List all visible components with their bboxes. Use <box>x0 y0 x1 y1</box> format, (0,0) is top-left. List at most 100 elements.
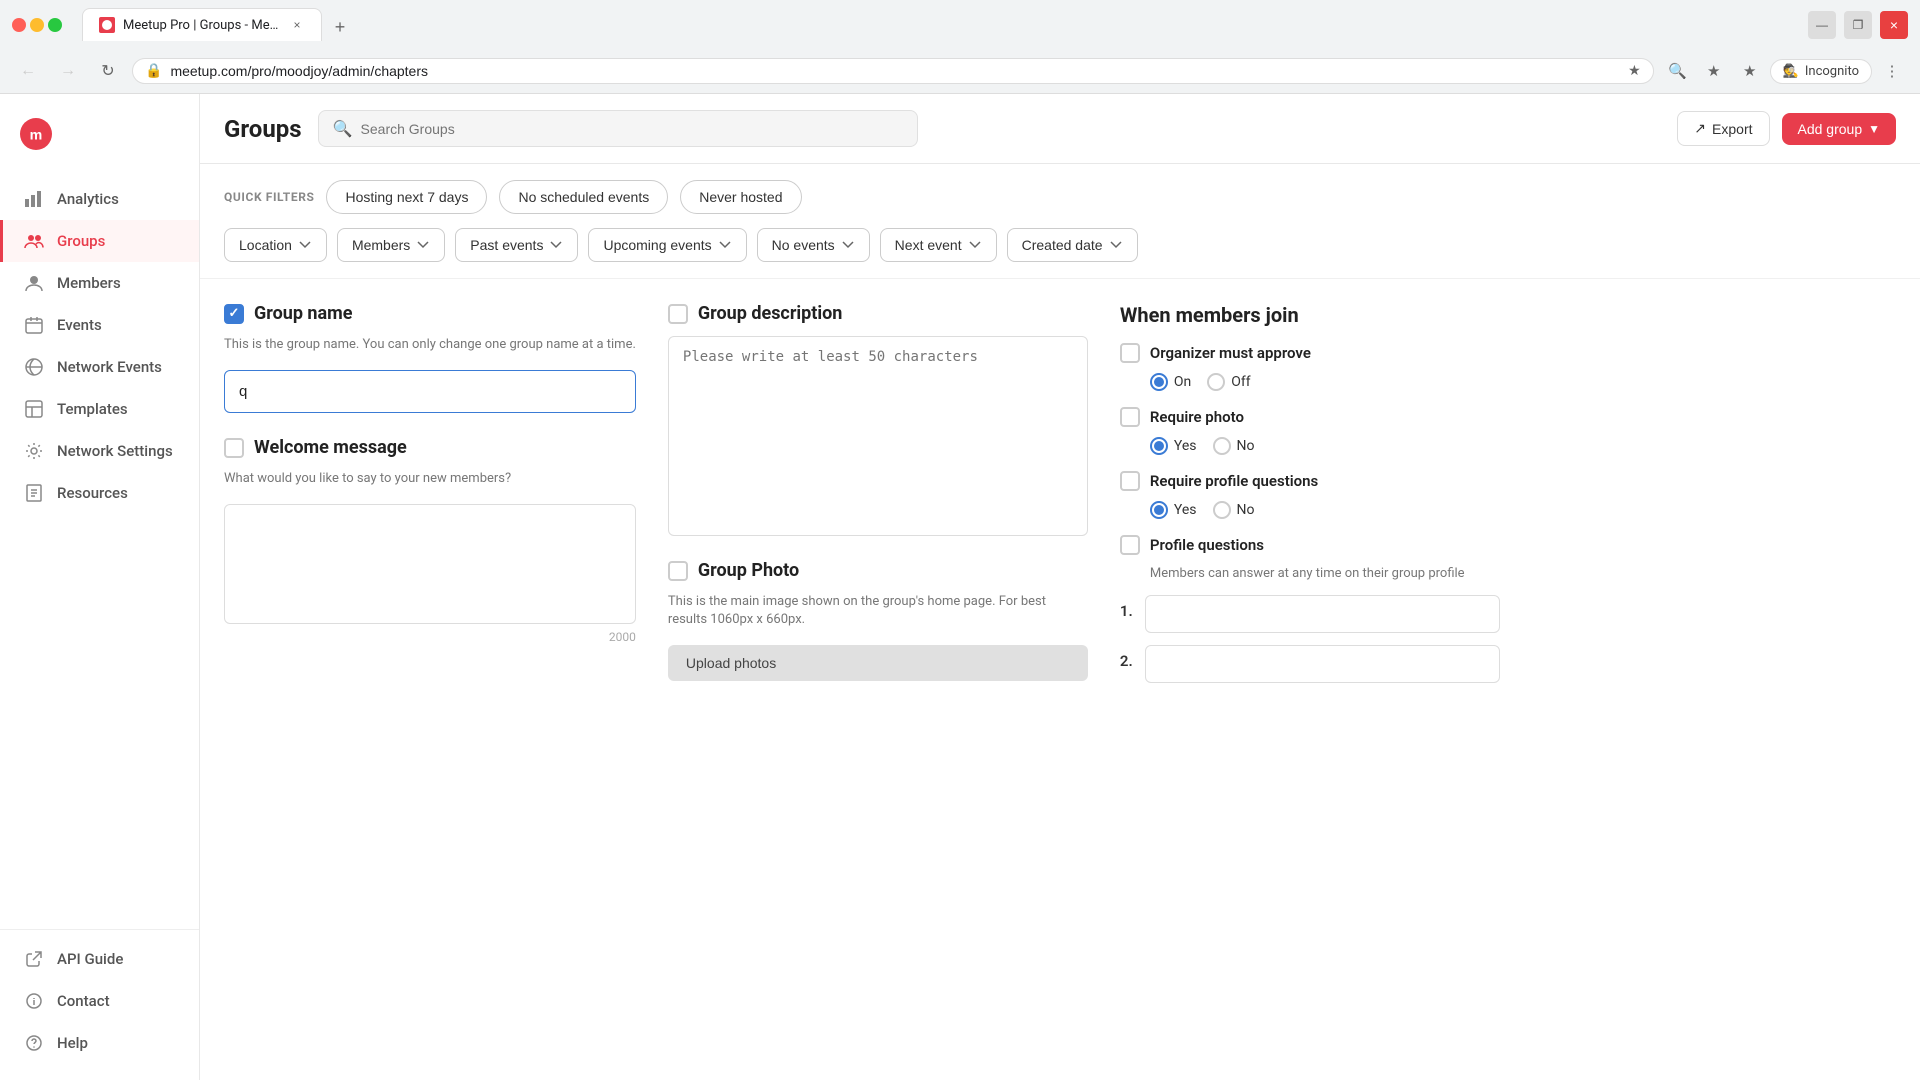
filter-past-events[interactable]: Past events <box>455 228 578 262</box>
sidebar-item-resources[interactable]: Resources <box>0 472 199 514</box>
require-profile-questions-radio-row: Yes No <box>1150 501 1500 519</box>
filter-no-events[interactable]: No events <box>757 228 870 262</box>
chevron-down-icon: ▼ <box>1868 122 1880 136</box>
filter-chip-never-hosted[interactable]: Never hosted <box>680 180 801 214</box>
require-photo-no-option[interactable]: No <box>1213 437 1255 455</box>
group-photo-header: Group Photo <box>668 560 1088 581</box>
filter-next-event[interactable]: Next event <box>880 228 997 262</box>
sidebar-item-contact[interactable]: Contact <box>0 980 199 1022</box>
upload-photos-button[interactable]: Upload photos <box>668 645 1088 681</box>
events-icon <box>23 314 45 336</box>
off-option[interactable]: Off <box>1207 373 1250 391</box>
forward-button[interactable]: → <box>52 55 84 87</box>
url-input[interactable]: meetup.com/pro/moodjoy/admin/chapters <box>170 63 1620 79</box>
window-close-button[interactable]: × <box>12 18 26 32</box>
sidebar-item-templates[interactable]: Templates <box>0 388 199 430</box>
require-photo-checkbox[interactable] <box>1120 407 1140 427</box>
form-col-left: Group name This is the group name. You c… <box>224 303 636 1056</box>
meetup-logo: m <box>20 118 52 150</box>
browser-toolbar: ← → ↻ 🔒 meetup.com/pro/moodjoy/admin/cha… <box>0 49 1920 93</box>
off-radio[interactable] <box>1207 373 1225 391</box>
require-profile-questions-checkbox[interactable] <box>1120 471 1140 491</box>
group-name-section: Group name This is the group name. You c… <box>224 303 636 413</box>
search-input[interactable] <box>361 121 903 137</box>
incognito-badge[interactable]: 🕵 Incognito <box>1770 59 1872 84</box>
tab-title: Meetup Pro | Groups - Meetup <box>123 18 281 33</box>
filter-members[interactable]: Members <box>337 228 445 262</box>
help-icon <box>23 1032 45 1054</box>
question-1-number: 1. <box>1120 602 1133 620</box>
require-photo-no-radio[interactable] <box>1213 437 1231 455</box>
sidebar-item-label: Resources <box>57 484 128 502</box>
sidebar-item-groups[interactable]: Groups <box>0 220 199 262</box>
filter-chip-no-scheduled[interactable]: No scheduled events <box>499 180 668 214</box>
sidebar-item-network-settings[interactable]: Network Settings <box>0 430 199 472</box>
menu-icon-btn[interactable]: ⋮ <box>1876 55 1908 87</box>
window-controls: × <box>12 18 62 32</box>
add-group-button[interactable]: Add group ▼ <box>1782 113 1897 145</box>
organizer-approve-label: Organizer must approve <box>1150 344 1311 362</box>
sidebar-item-label: Network Events <box>57 358 162 376</box>
group-name-input[interactable] <box>224 370 636 413</box>
filter-upcoming-events[interactable]: Upcoming events <box>588 228 746 262</box>
require-profile-questions-label: Require profile questions <box>1150 472 1318 490</box>
welcome-message-label: Welcome message <box>254 437 407 458</box>
when-members-join-section: When members join Organizer must approve… <box>1120 303 1500 683</box>
sidebar-item-network-events[interactable]: Network Events <box>0 346 199 388</box>
welcome-message-checkbox[interactable] <box>224 438 244 458</box>
link-icon <box>23 948 45 970</box>
window-minimize-button[interactable] <box>30 18 44 32</box>
welcome-message-placeholder-text: What would you like to say to your new m… <box>224 470 636 488</box>
group-description-checkbox[interactable] <box>668 304 688 324</box>
require-pq-no-radio[interactable] <box>1213 501 1231 519</box>
require-photo-yes-option[interactable]: Yes <box>1150 437 1197 455</box>
sidebar-item-events[interactable]: Events <box>0 304 199 346</box>
main-header: Groups 🔍 ↗ Export Add group ▼ <box>200 94 1920 164</box>
address-bar[interactable]: 🔒 meetup.com/pro/moodjoy/admin/chapters … <box>132 58 1654 84</box>
export-button[interactable]: ↗ Export <box>1677 111 1769 146</box>
sidebar-item-api-guide[interactable]: API Guide <box>0 938 199 980</box>
group-name-checkbox[interactable] <box>224 304 244 324</box>
group-name-header: Group name <box>224 303 636 324</box>
group-name-description: This is the group name. You can only cha… <box>224 336 636 354</box>
sidebar-item-members[interactable]: Members <box>0 262 199 304</box>
group-photo-description: This is the main image shown on the grou… <box>668 593 1088 629</box>
search-bar[interactable]: 🔍 <box>318 110 918 147</box>
active-tab[interactable]: Meetup Pro | Groups - Meetup × <box>82 8 322 41</box>
search-icon-btn[interactable]: 🔍 <box>1662 55 1694 87</box>
require-pq-yes-option[interactable]: Yes <box>1150 501 1197 519</box>
export-icon: ↗ <box>1694 120 1706 137</box>
welcome-message-textarea[interactable] <box>224 504 636 624</box>
sidebar-item-help[interactable]: Help <box>0 1022 199 1064</box>
window-restore-btn[interactable]: ❐ <box>1844 11 1872 39</box>
refresh-button[interactable]: ↻ <box>92 55 124 87</box>
window-close-btn[interactable]: × <box>1880 11 1908 39</box>
require-pq-yes-radio[interactable] <box>1150 501 1168 519</box>
sidebar-item-analytics[interactable]: Analytics <box>0 178 199 220</box>
new-tab-button[interactable]: + <box>326 13 354 41</box>
tab-close-button[interactable]: × <box>289 17 305 33</box>
organizer-approve-checkbox[interactable] <box>1120 343 1140 363</box>
filter-created-date[interactable]: Created date <box>1007 228 1138 262</box>
question-2-input[interactable] <box>1145 645 1500 683</box>
welcome-message-counter: 2000 <box>224 630 636 644</box>
filter-chip-hosting[interactable]: Hosting next 7 days <box>326 180 487 214</box>
group-photo-checkbox[interactable] <box>668 561 688 581</box>
sidebar-bottom: API Guide Contact Help <box>0 929 199 1064</box>
extensions-icon-btn[interactable]: ★ <box>1734 55 1766 87</box>
on-radio[interactable] <box>1150 373 1168 391</box>
filter-location[interactable]: Location <box>224 228 327 262</box>
group-description-textarea[interactable] <box>668 336 1088 536</box>
back-button[interactable]: ← <box>12 55 44 87</box>
bookmark-icon-btn[interactable]: ★ <box>1698 55 1730 87</box>
welcome-message-header: Welcome message <box>224 437 636 458</box>
require-photo-yes-radio[interactable] <box>1150 437 1168 455</box>
sidebar: m Analytics Groups Members Events <box>0 94 200 1080</box>
sidebar-logo: m <box>0 110 199 178</box>
window-minimize-btn[interactable]: — <box>1808 11 1836 39</box>
window-maximize-button[interactable] <box>48 18 62 32</box>
on-option[interactable]: On <box>1150 373 1191 391</box>
profile-questions-checkbox[interactable] <box>1120 535 1140 555</box>
require-pq-no-option[interactable]: No <box>1213 501 1255 519</box>
question-1-input[interactable] <box>1145 595 1500 633</box>
